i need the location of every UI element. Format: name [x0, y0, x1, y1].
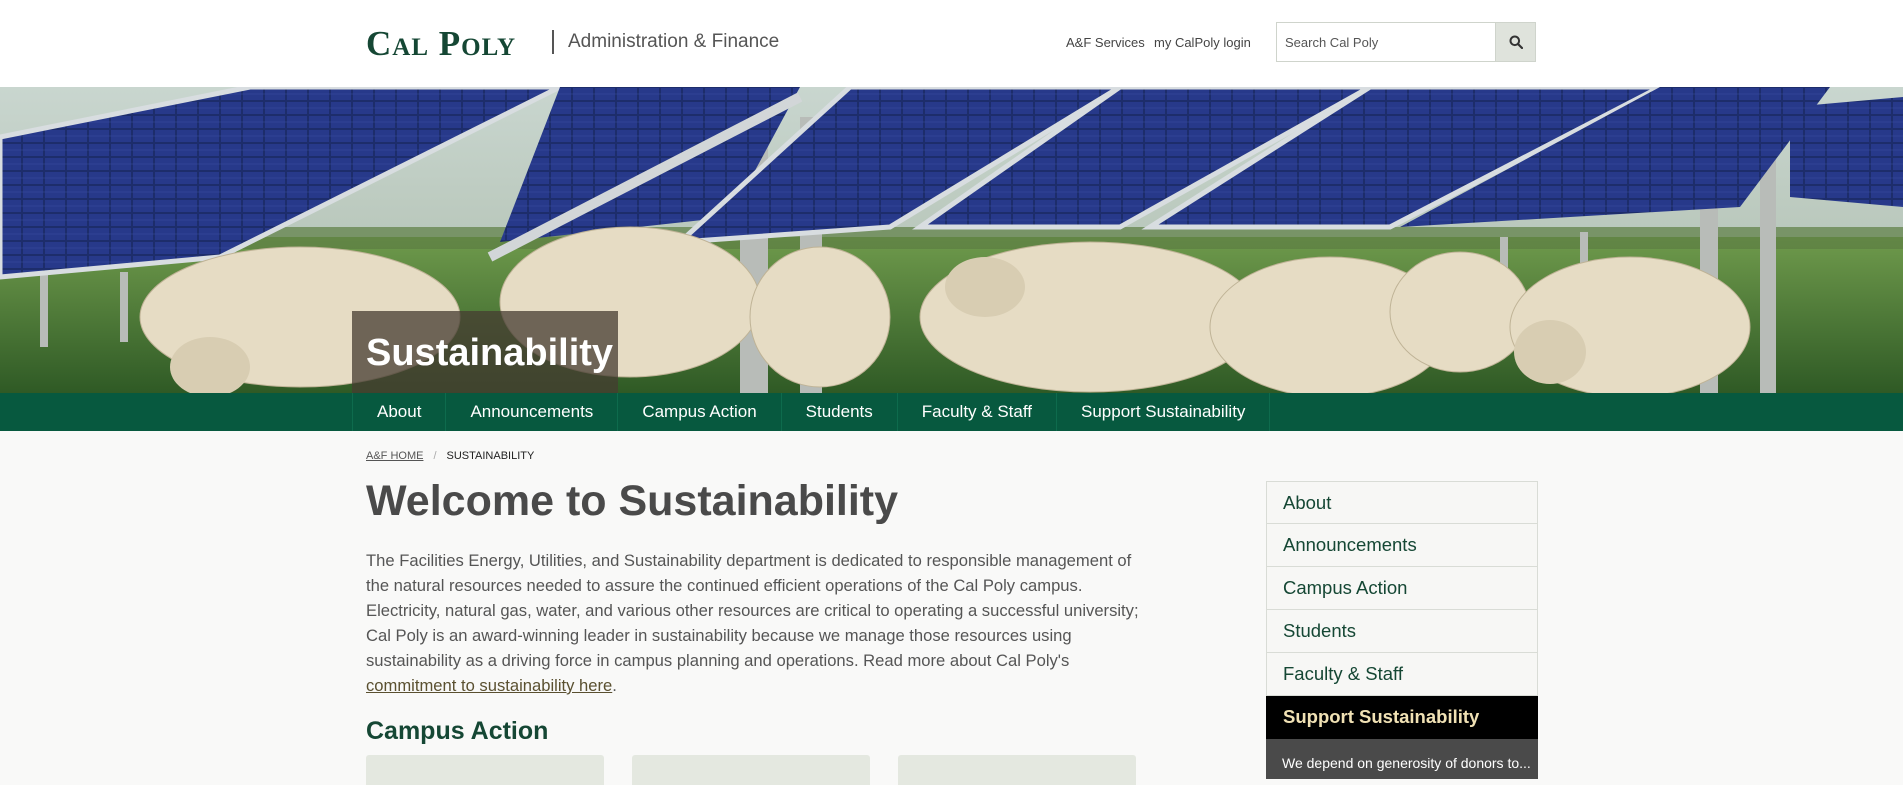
main-nav: About Announcements Campus Action Studen… — [0, 393, 1903, 431]
search-button[interactable] — [1495, 23, 1535, 61]
breadcrumb-current: Sustainability — [446, 450, 535, 462]
sidebar-item-announcements[interactable]: Announcements — [1266, 524, 1538, 567]
breadcrumb-home-link[interactable]: A&F Home — [366, 449, 423, 463]
nav-item-announcements[interactable]: Announcements — [446, 393, 619, 431]
hero-image — [0, 87, 1903, 393]
intro-paragraph: The Facilities Energy, Utilities, and Su… — [366, 548, 1144, 698]
nav-item-students[interactable]: Students — [782, 393, 898, 431]
hero-title-badge: Sustainability — [352, 311, 618, 393]
intro-end: . — [612, 676, 617, 695]
hero-banner: Sustainability — [0, 87, 1903, 393]
campus-action-heading: Campus Action — [366, 717, 549, 745]
cal-poly-logo[interactable]: Cal Poly — [366, 24, 516, 64]
nav-item-about[interactable]: About — [353, 393, 447, 431]
search-icon — [1509, 35, 1523, 49]
search-input[interactable] — [1277, 23, 1497, 61]
sidebar-item-support-sustainability[interactable]: Support Sustainability — [1266, 696, 1538, 739]
sidebar-item-students[interactable]: Students — [1266, 610, 1538, 653]
nav-item-support-sustainability[interactable]: Support Sustainability — [1057, 393, 1271, 431]
sidebar-nav: About Announcements Campus Action Studen… — [1266, 481, 1538, 779]
sidebar-item-about[interactable]: About — [1266, 481, 1538, 524]
page-title: Welcome to Sustainability — [366, 477, 899, 525]
breadcrumb-separator: / — [433, 450, 437, 462]
mycalpoly-login-link[interactable]: my CalPoly login — [1154, 35, 1251, 51]
intro-text: The Facilities Energy, Utilities, and Su… — [366, 551, 1139, 670]
campus-action-card[interactable] — [366, 755, 604, 785]
af-services-link[interactable]: A&F Services — [1066, 35, 1145, 51]
logo-divider — [552, 30, 554, 54]
nav-item-faculty-staff[interactable]: Faculty & Staff — [898, 393, 1057, 431]
commitment-link[interactable]: commitment to sustainability here — [366, 676, 612, 695]
sidebar-item-campus-action[interactable]: Campus Action — [1266, 567, 1538, 610]
site-header: Cal Poly Administration & Finance A&F Se… — [0, 0, 1903, 87]
nav-item-campus-action[interactable]: Campus Action — [618, 393, 782, 431]
search-box — [1276, 22, 1536, 62]
campus-action-card[interactable] — [632, 755, 870, 785]
breadcrumb: A&F Home / Sustainability — [366, 449, 534, 463]
sidebar-item-faculty-staff[interactable]: Faculty & Staff — [1266, 653, 1538, 696]
hero-title: Sustainability — [366, 332, 614, 374]
sidebar-support-text: We depend on generosity of donors to... — [1266, 739, 1538, 779]
department-name[interactable]: Administration & Finance — [568, 30, 779, 54]
campus-action-card[interactable] — [898, 755, 1136, 785]
